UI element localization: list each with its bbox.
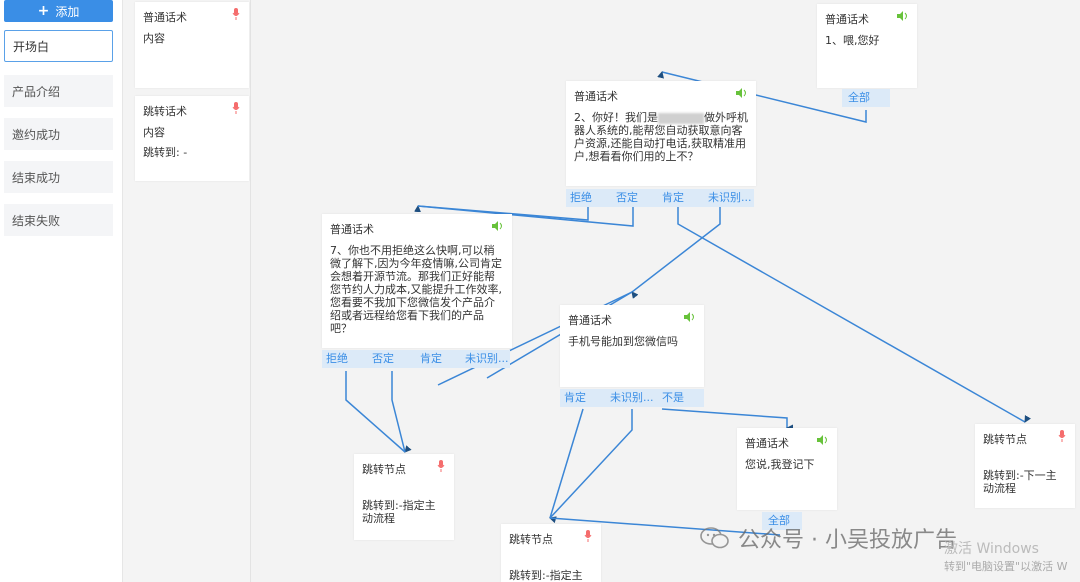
add-button[interactable]: + 添加 [4, 0, 113, 22]
speaker-icon[interactable] [684, 312, 696, 322]
branch-affirm[interactable]: 肯定 [662, 189, 684, 207]
node-title: 跳转节点 [983, 433, 1027, 446]
microphone-icon[interactable] [437, 460, 445, 472]
branch-row: 肯定 未识别... 不是 [560, 389, 704, 407]
plus-icon: + [37, 3, 50, 19]
flow-node-intro[interactable]: 普通话术 2、你好！我们是 做外呼机器人系统的,能帮您自动获取意向客户资源,还能自… [566, 81, 756, 186]
card-content: 内容 [143, 126, 165, 139]
windows-activation-title: 激活 Windows [944, 541, 1039, 557]
sidebar-item-label: 结束失败 [12, 213, 61, 228]
node-text: 手机号能加到您微信吗 [568, 335, 678, 348]
microphone-icon[interactable] [1058, 430, 1066, 442]
node-text: 您说,我登记下 [745, 458, 815, 471]
windows-activation-hint: 转到"电脑设置"以激活 W [944, 560, 1068, 573]
wechat-watermark: 公众号 · 小吴投放广告 [700, 522, 957, 554]
redacted-text [658, 112, 704, 124]
microphone-icon[interactable] [584, 530, 592, 542]
microphone-icon[interactable] [232, 8, 240, 20]
wechat-icon [700, 527, 729, 549]
card-title: 普通话术 [143, 11, 187, 24]
node-text: 1、喂,您好 [825, 34, 880, 47]
card-content: 内容 [143, 32, 165, 45]
watermark-text: 公众号 · 小吴投放广告 [738, 528, 957, 553]
microphone-icon[interactable] [232, 102, 240, 114]
speaker-icon[interactable] [492, 221, 504, 231]
jump-node-next-flow[interactable]: 跳转节点 跳转到:-下一主动流程 [975, 424, 1075, 508]
card-title: 跳转话术 [143, 105, 187, 118]
card-jump-target: 跳转到: - [143, 146, 188, 159]
node-title: 普通话术 [330, 223, 374, 236]
node-title: 普通话术 [574, 90, 618, 103]
flow-node-wechat[interactable]: 普通话术 手机号能加到您微信吗 [560, 305, 704, 387]
flow-node-persuade[interactable]: 普通话术 7、你也不用拒绝这么快啊,可以稍微了解下,因为今年疫情嘛,公司肯定会想… [322, 214, 512, 348]
node-text: 跳转到:-指定主动流程 [362, 499, 436, 525]
sidebar-item-invite-success[interactable]: 邀约成功 [4, 118, 113, 150]
jump-node-specified-flow-2[interactable]: 跳转节点 跳转到:-指定主 [501, 524, 601, 582]
branch-deny[interactable]: 否定 [616, 189, 638, 207]
branch-reject[interactable]: 拒绝 [570, 189, 592, 207]
sidebar-item-end-success[interactable]: 结束成功 [4, 161, 113, 193]
node-text: 跳转到:-指定主 [509, 569, 583, 582]
sidebar-item-label: 开场白 [13, 39, 50, 54]
flow-node-greeting[interactable]: 普通话术 1、喂,您好 [817, 4, 917, 88]
branch-unrecognized[interactable]: 未识别... [610, 389, 654, 407]
node-text: 跳转到:-下一主动流程 [983, 469, 1057, 495]
sidebar-item-end-fail[interactable]: 结束失败 [4, 204, 113, 236]
branch-unrecognized[interactable]: 未识别... [708, 189, 752, 207]
node-text: 2、你好！我们是 做外呼机器人系统的,能帮您自动获取意向客户资源,还能自动打电话,… [574, 111, 748, 163]
script-card-jump[interactable]: 跳转话术 内容 跳转到: - [135, 96, 249, 181]
branch-no[interactable]: 不是 [662, 389, 684, 407]
branch-row: 全部 [842, 89, 890, 107]
speaker-icon[interactable] [817, 435, 829, 445]
branch-reject[interactable]: 拒绝 [326, 350, 348, 368]
branch-row: 拒绝 否定 肯定 未识别... [566, 189, 754, 207]
sidebar-item-product-intro[interactable]: 产品介绍 [4, 75, 113, 107]
speaker-icon[interactable] [736, 88, 748, 98]
add-button-label: 添加 [55, 4, 80, 19]
node-title: 跳转节点 [362, 463, 406, 476]
script-card-column: 普通话术 内容 跳转话术 内容 跳转到: - [123, 0, 251, 582]
script-card-normal[interactable]: 普通话术 内容 [135, 2, 249, 88]
sidebar: + 添加 开场白 产品介绍 邀约成功 结束成功 结束失败 [0, 0, 123, 582]
branch-unrecognized[interactable]: 未识别... [465, 350, 509, 368]
branch-deny[interactable]: 否定 [372, 350, 394, 368]
flow-node-register[interactable]: 普通话术 您说,我登记下 [737, 428, 837, 510]
speaker-icon[interactable] [897, 11, 909, 21]
branch-all[interactable]: 全部 [848, 89, 870, 107]
jump-node-specified-flow[interactable]: 跳转节点 跳转到:-指定主动流程 [354, 454, 454, 540]
branch-row: 拒绝 否定 肯定 未识别... [322, 350, 510, 368]
sidebar-item-label: 结束成功 [12, 170, 61, 185]
branch-affirm[interactable]: 肯定 [420, 350, 442, 368]
node-title: 普通话术 [568, 314, 612, 327]
branch-affirm[interactable]: 肯定 [564, 389, 586, 407]
node-text: 7、你也不用拒绝这么快啊,可以稍微了解下,因为今年疫情嘛,公司肯定会想着开源节流… [330, 244, 502, 335]
node-title: 跳转节点 [509, 533, 553, 546]
sidebar-item-label: 产品介绍 [12, 84, 61, 99]
sidebar-item-opening[interactable]: 开场白 [4, 30, 113, 62]
sidebar-item-label: 邀约成功 [12, 127, 61, 142]
